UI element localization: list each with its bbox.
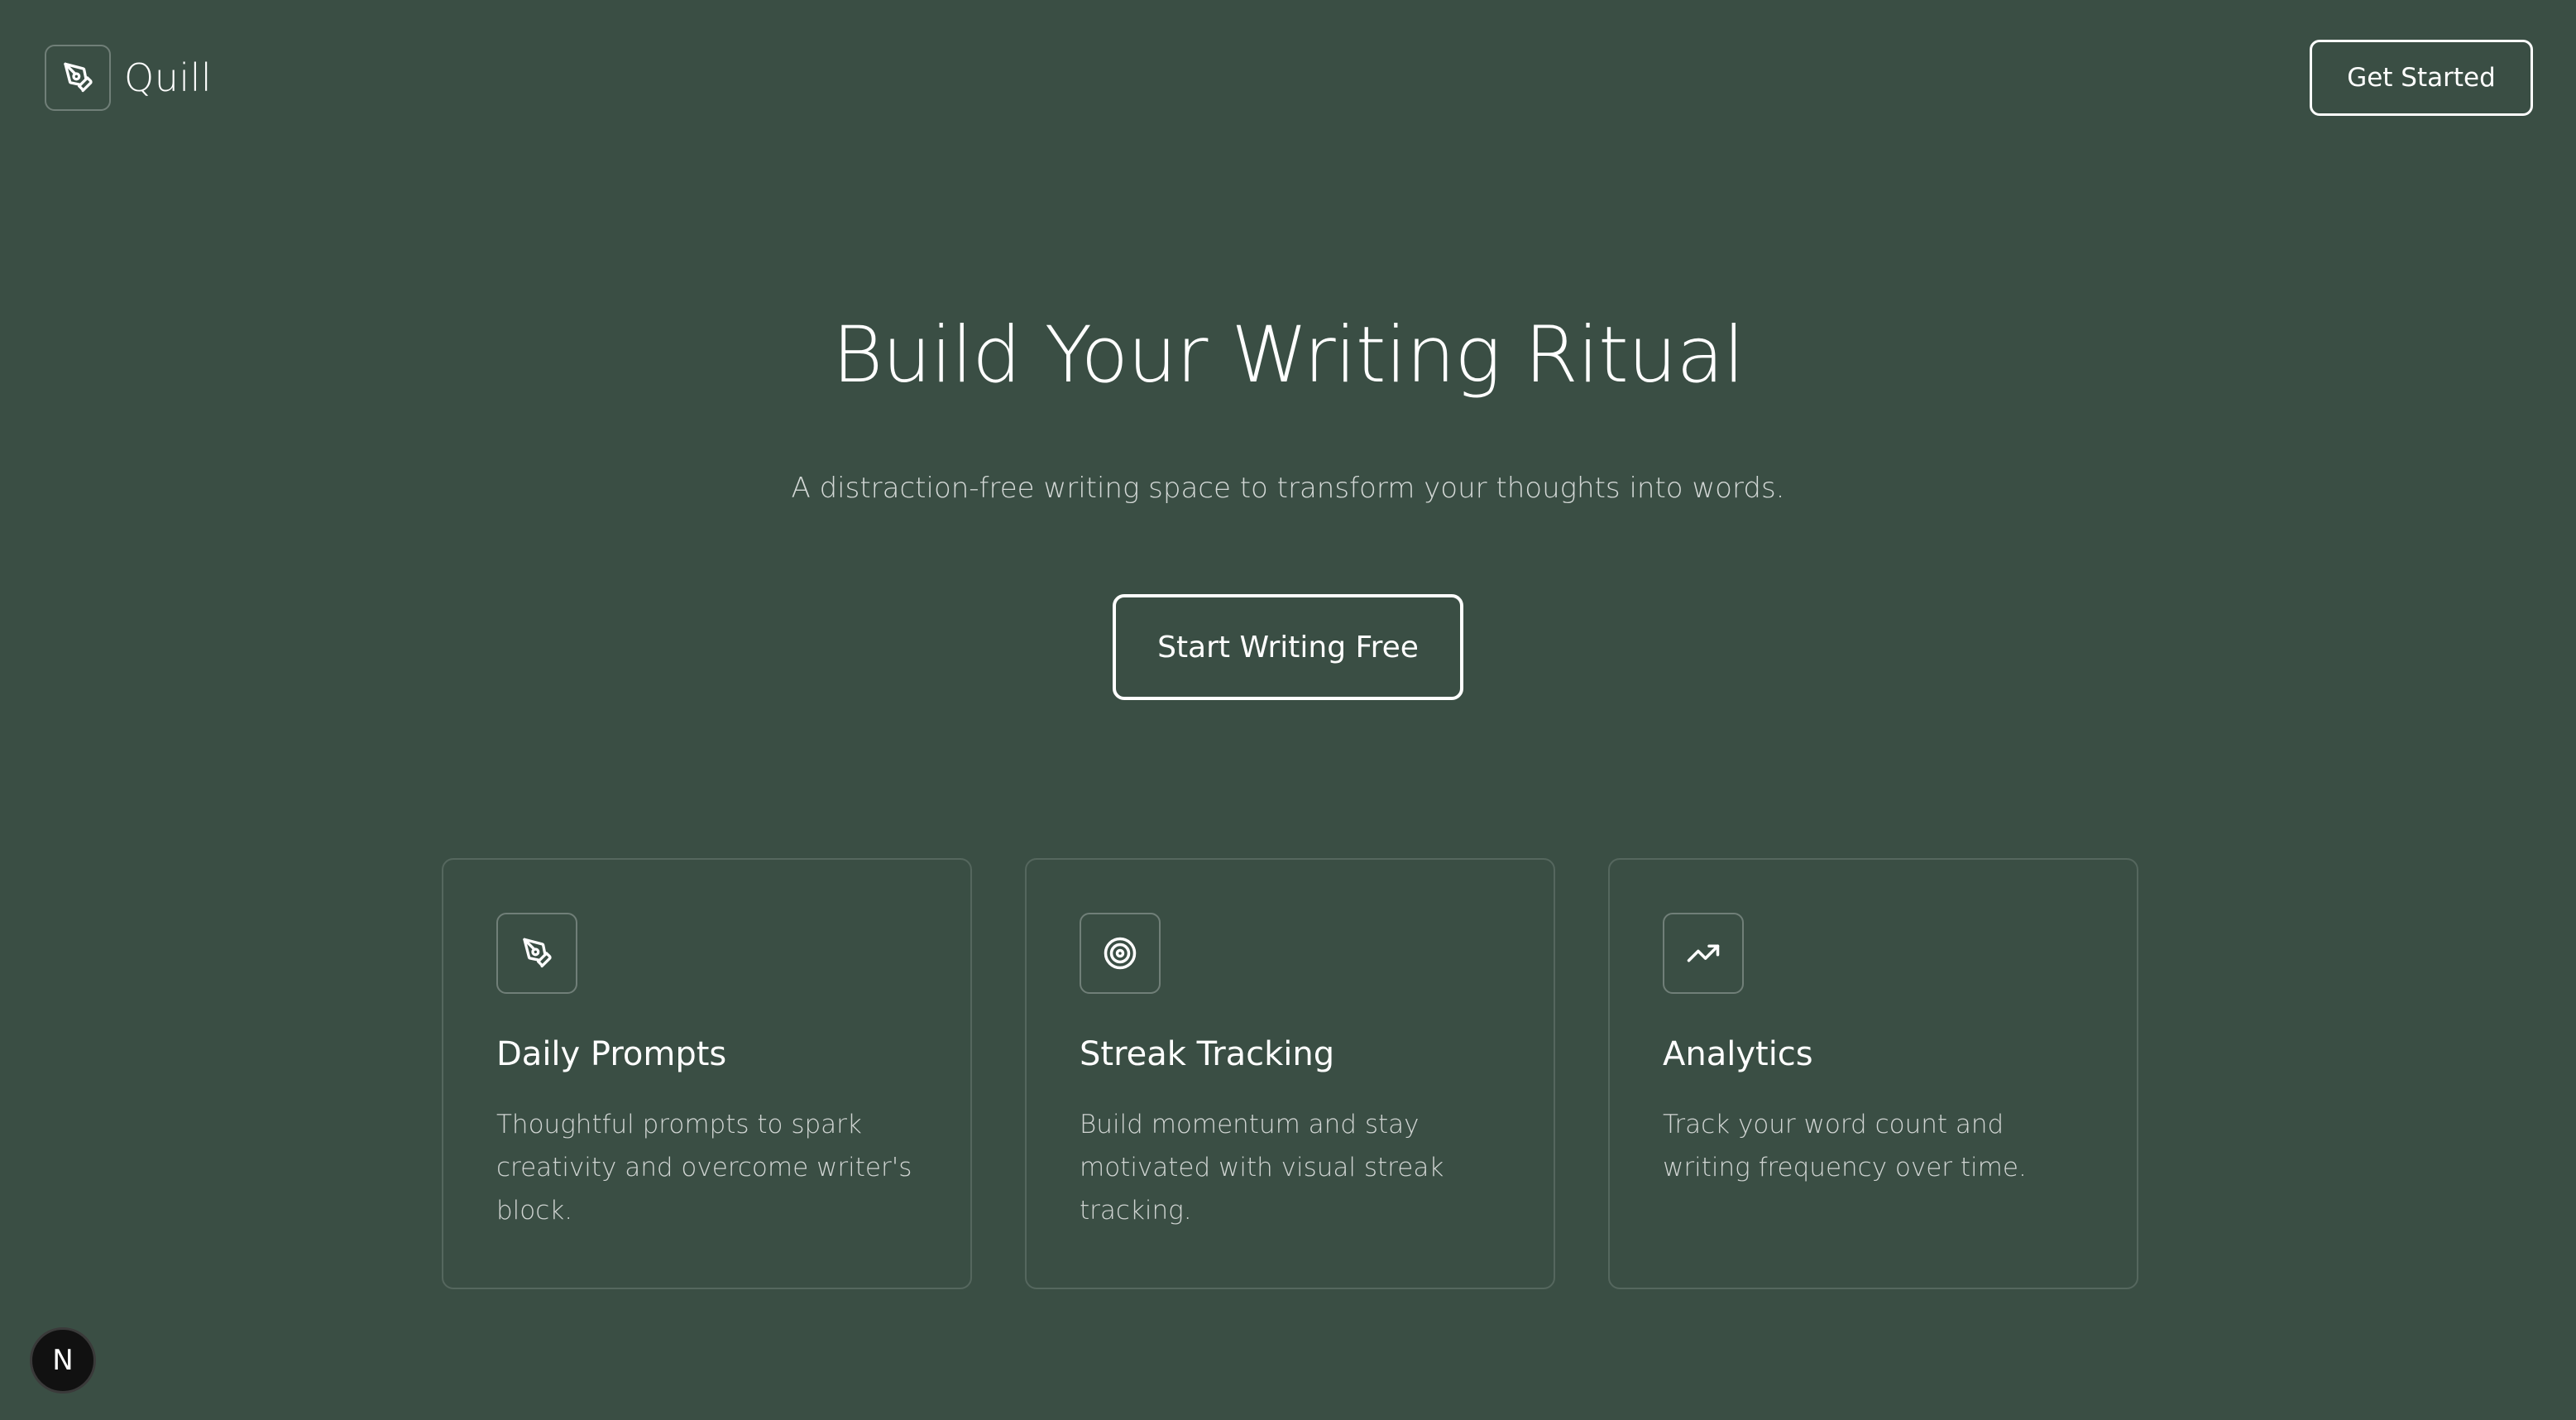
feature-title: Streak Tracking xyxy=(1080,1035,1335,1073)
feature-title: Analytics xyxy=(1663,1035,1813,1073)
feature-description: Track your word count and writing freque… xyxy=(1663,1110,2027,1183)
hero-title: Build Your Writing Ritual xyxy=(831,310,1745,401)
pen-nib-icon xyxy=(45,45,111,111)
feature-description: Thoughtful prompts to spark creativity a… xyxy=(496,1110,912,1226)
brand-name: Quill xyxy=(124,55,213,100)
get-started-button[interactable]: Get Started xyxy=(2310,40,2533,116)
feature-title: Daily Prompts xyxy=(496,1035,727,1073)
nextjs-badge[interactable]: N xyxy=(30,1327,96,1394)
start-writing-button[interactable]: Start Writing Free xyxy=(1113,594,1463,700)
brand-logo[interactable]: Quill xyxy=(45,45,212,111)
trending-up-icon xyxy=(1663,913,1744,994)
landing-page: Quill Get Started Build Your Writing Rit… xyxy=(0,0,2576,1420)
feature-card-streak-tracking: Streak Tracking Build momentum and stay … xyxy=(1025,858,1555,1289)
feature-card-analytics: Analytics Track your word count and writ… xyxy=(1608,858,2138,1289)
feature-cards: Daily Prompts Thoughtful prompts to spar… xyxy=(442,858,2138,1289)
feature-description: Build momentum and stay motivated with v… xyxy=(1080,1110,1444,1226)
feature-card-daily-prompts: Daily Prompts Thoughtful prompts to spar… xyxy=(442,858,972,1289)
target-icon xyxy=(1080,913,1161,994)
hero-subtitle: A distraction-free writing space to tran… xyxy=(791,472,1785,505)
pen-nib-icon xyxy=(496,913,577,994)
